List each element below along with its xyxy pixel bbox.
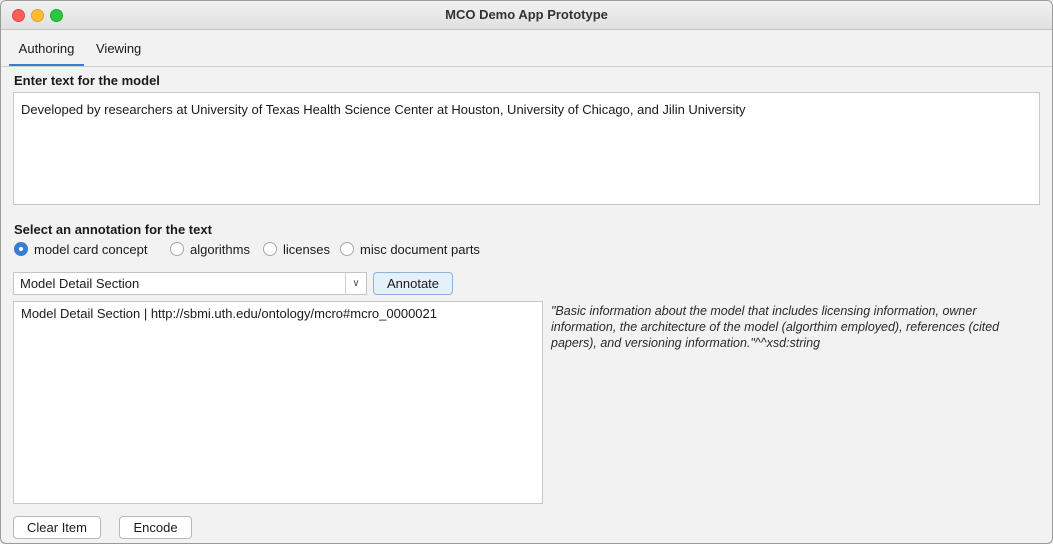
dropdown-value: Model Detail Section [20,276,140,291]
encode-button[interactable]: Encode [119,516,192,539]
chevron-down-icon[interactable]: ∨ [345,273,366,294]
tab-divider [1,66,1052,67]
tab-authoring[interactable]: Authoring [9,30,84,67]
annotation-section-label: Select an annotation for the text [14,222,212,237]
annotation-list[interactable]: Model Detail Section | http://sbmi.uth.e… [13,301,543,504]
concept-description: "Basic information about the model that … [551,304,1000,350]
radio-label: model card concept [34,242,148,257]
concept-dropdown[interactable]: Model Detail Section ∨ [13,272,367,295]
radio-label: algorithms [190,242,250,257]
radio-unselected-icon [170,242,184,256]
tab-bar: Authoring Viewing [1,30,1052,67]
clear-item-button[interactable]: Clear Item [13,516,101,539]
radio-label: licenses [283,242,330,257]
tab-viewing[interactable]: Viewing [96,30,141,64]
radio-selected-icon [14,242,28,256]
radio-unselected-icon [340,242,354,256]
radio-unselected-icon [263,242,277,256]
model-text-input[interactable]: Developed by researchers at University o… [13,92,1040,205]
text-section-label: Enter text for the model [14,73,160,88]
app-window: MCO Demo App Prototype Authoring Viewing… [0,0,1053,544]
model-text-value: Developed by researchers at University o… [21,102,746,117]
title-bar: MCO Demo App Prototype [1,1,1052,30]
radio-label: misc document parts [360,242,480,257]
list-item[interactable]: Model Detail Section | http://sbmi.uth.e… [21,306,437,321]
window-title: MCO Demo App Prototype [445,7,608,22]
annotate-button[interactable]: Annotate [373,272,453,295]
